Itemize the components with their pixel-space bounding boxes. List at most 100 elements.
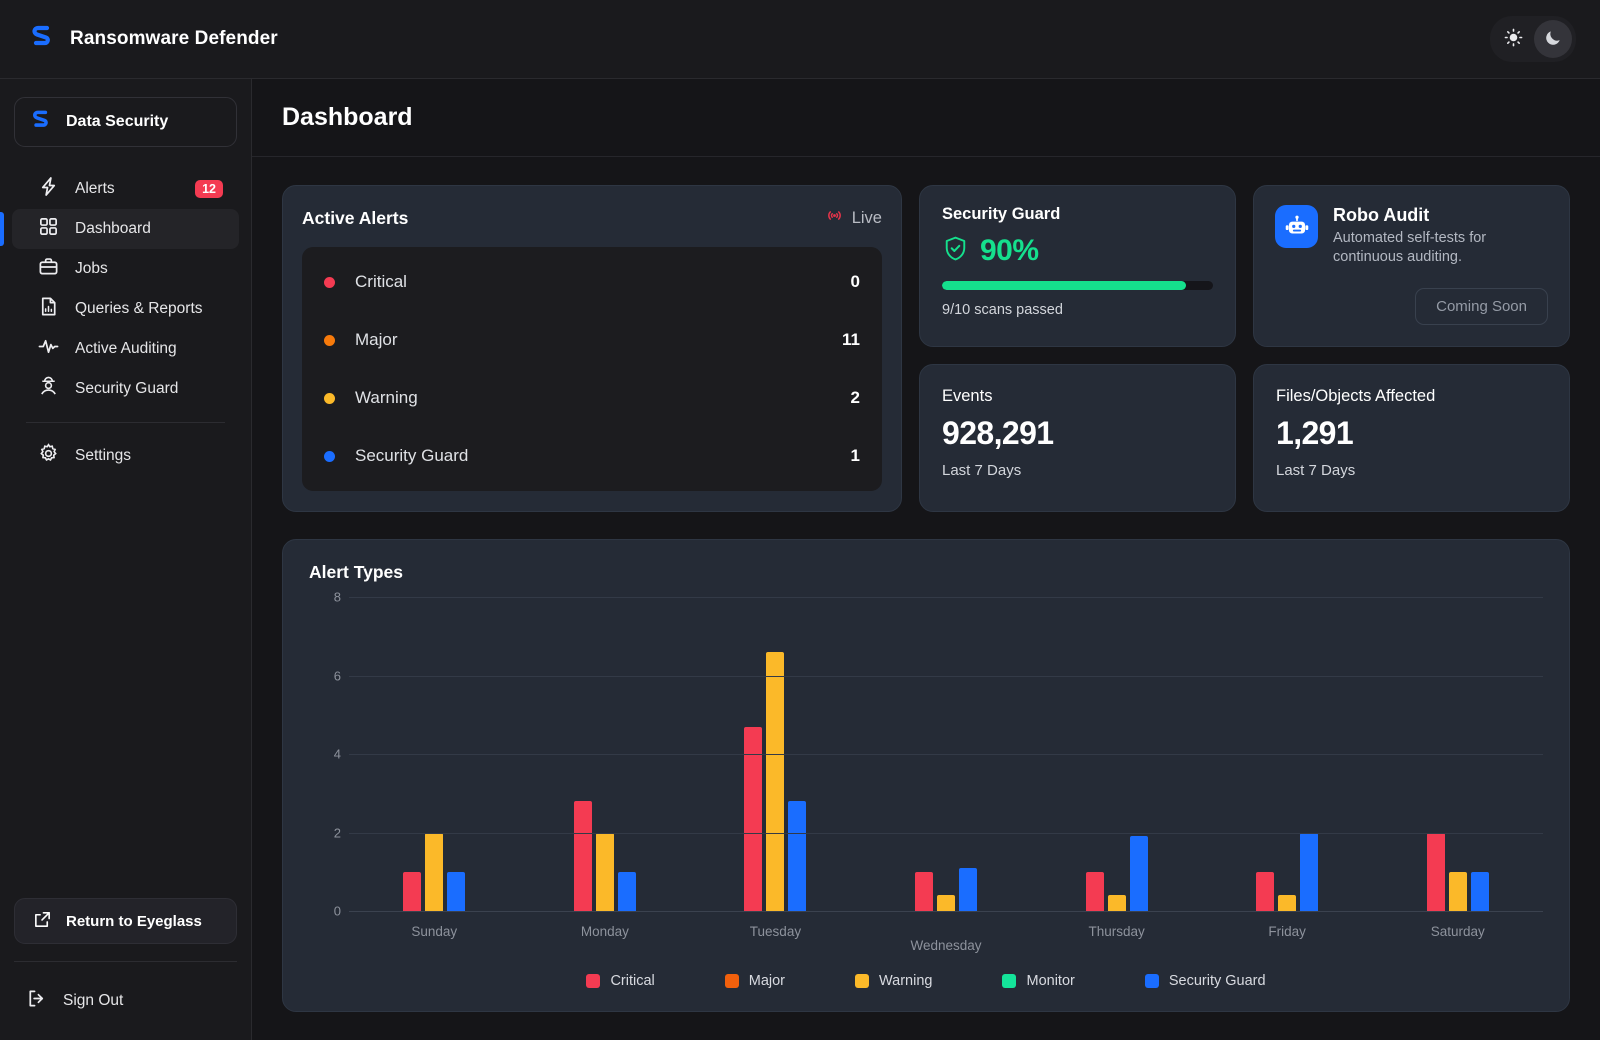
sign-out-button[interactable]: Sign Out [0,984,251,1018]
active-alerts-title: Active Alerts [302,207,409,228]
chart-plot-area: Sunday Monday Tuesday Wednesday Thursday Frid… [349,597,1543,953]
sidebar-item-label: Jobs [75,260,108,277]
chart-y-axis: 0 2 4 6 8 [309,590,349,919]
chart-bar[interactable] [1448,871,1467,911]
product-selector[interactable]: Data Security [14,97,237,147]
robot-icon [1275,205,1318,248]
chart-bar[interactable] [959,867,978,911]
sidebar-item-label: Settings [75,447,132,464]
chart-bar[interactable] [1256,871,1275,911]
chart-bar[interactable] [1426,832,1445,911]
chart-bar[interactable] [425,832,444,911]
security-guard-score: 90% [942,234,1213,268]
chart-bar[interactable] [788,801,807,911]
robo-audit-header: Robo Audit Automated self-tests for cont… [1275,205,1548,268]
robo-audit-card: Robo Audit Automated self-tests for cont… [1253,185,1570,347]
light-theme-button[interactable] [1494,20,1532,58]
chart-bar[interactable] [937,895,956,911]
chart-bar[interactable] [617,871,636,911]
brand: Ransomware Defender [30,24,278,55]
sidebar-item-jobs[interactable]: Jobs [12,249,239,289]
active-alerts-header: Active Alerts Live [302,206,882,230]
dark-theme-button[interactable] [1534,20,1572,58]
chart-bar[interactable] [1278,895,1297,911]
brand-logo-icon [30,24,56,55]
pulse-icon [38,336,59,362]
alert-row[interactable]: Warning 2 [324,369,860,427]
y-axis-tick-label: 0 [333,903,341,919]
legend-item[interactable]: Security Guard [1144,973,1266,989]
legend-swatch [1002,974,1017,988]
external-link-icon [33,910,52,933]
legend-item[interactable]: Critical [586,973,655,989]
chart-bar[interactable] [766,651,785,911]
page-title: Dashboard [282,103,413,131]
sidebar-item-security-guard[interactable]: Security Guard [12,369,239,409]
x-axis-tick-label: Saturday [1430,924,1485,939]
alert-row[interactable]: Security Guard 1 [324,427,860,485]
sidebar-footer: Return to Eyeglass Sign Out [0,898,251,1040]
chart-bar[interactable] [915,871,934,911]
legend-swatch [855,974,870,988]
sidebar-item-alerts[interactable]: Alerts 12 [12,169,239,209]
alert-row[interactable]: Major 11 [324,311,860,369]
stat-value: 928,291 [942,415,1054,451]
legend-item[interactable]: Major [724,973,786,989]
chart-bar[interactable] [595,832,614,911]
sign-out-label: Sign Out [63,992,124,1009]
document-chart-icon [38,296,59,322]
active-alerts-card: Active Alerts Live Critical 0 Major 11 W… [282,185,902,512]
robo-audit-text: Robo Audit Automated self-tests for cont… [1333,205,1533,268]
chart-bar[interactable] [1300,832,1319,911]
alert-label: Major [355,330,398,349]
robo-audit-description: Automated self-tests for continuous audi… [1333,230,1487,266]
coming-soon-button[interactable]: Coming Soon [1415,288,1548,325]
chart-gridline [349,832,1543,834]
alert-label: Critical [355,272,407,291]
x-axis-tick-label: Tuesday [749,924,802,939]
chart-bar[interactable] [1470,871,1489,911]
return-to-eyeglass-button[interactable]: Return to Eyeglass [14,898,237,944]
alerts-badge: 12 [195,180,223,198]
theme-toggle[interactable] [1490,16,1576,62]
alert-row[interactable]: Critical 0 [324,253,860,311]
chart-bar[interactable] [573,801,592,911]
chart-bar[interactable] [447,871,466,911]
chart-bar[interactable] [1085,871,1104,911]
y-axis-tick-label: 2 [333,825,341,840]
sidebar-item-active-auditing[interactable]: Active Auditing [12,329,239,369]
metric-column-right: Robo Audit Automated self-tests for cont… [1253,185,1570,512]
legend-item[interactable]: Monitor [1002,973,1075,989]
alert-types-chart-card: Alert Types 0 2 4 6 8 Sunday Monday Tuesday Wed… [282,539,1570,1012]
top-cards-grid: Active Alerts Live Critical 0 Major 11 W… [282,185,1570,512]
legend-item[interactable]: Warning [855,973,932,989]
security-guard-percent: 90% [980,234,1039,267]
live-label: Live [851,208,882,227]
legend-label: Major [748,973,786,989]
alert-label: Warning [355,388,418,407]
chart-plot: 0 2 4 6 8 Sunday Monday Tuesday Wednesday Thursd… [309,590,1543,953]
chart-title: Alert Types [309,562,404,582]
sidebar-item-settings[interactable]: Settings [12,436,239,476]
progress-fill [942,281,1186,290]
grid-icon [38,216,59,242]
sidebar-item-label: Security Guard [75,380,179,397]
robo-audit-title: Robo Audit [1333,205,1430,225]
sidebar-item-queries-reports[interactable]: Queries & Reports [12,289,239,329]
security-guard-subtitle: 9/10 scans passed [942,302,1063,318]
chart-bar[interactable] [1107,895,1126,911]
sidebar-item-dashboard[interactable]: Dashboard [0,209,239,249]
legend-label: Security Guard [1168,973,1266,989]
chart-bar[interactable] [1129,836,1148,911]
stat-subtitle: Last 7 Days [1276,462,1356,479]
stat-title: Files/Objects Affected [1276,387,1436,405]
alert-count: 11 [842,330,860,349]
x-axis-tick-label: Friday [1268,924,1306,939]
stat-subtitle: Last 7 Days [942,462,1022,479]
chart-bar[interactable] [403,871,422,911]
top-bar: Ransomware Defender [0,0,1600,79]
alert-count: 2 [850,388,860,407]
sidebar-item-label: Active Auditing [75,340,177,357]
brand-logo-icon [31,109,53,136]
security-guard-card: Security Guard 90% 9/10 scans passed [919,185,1236,347]
